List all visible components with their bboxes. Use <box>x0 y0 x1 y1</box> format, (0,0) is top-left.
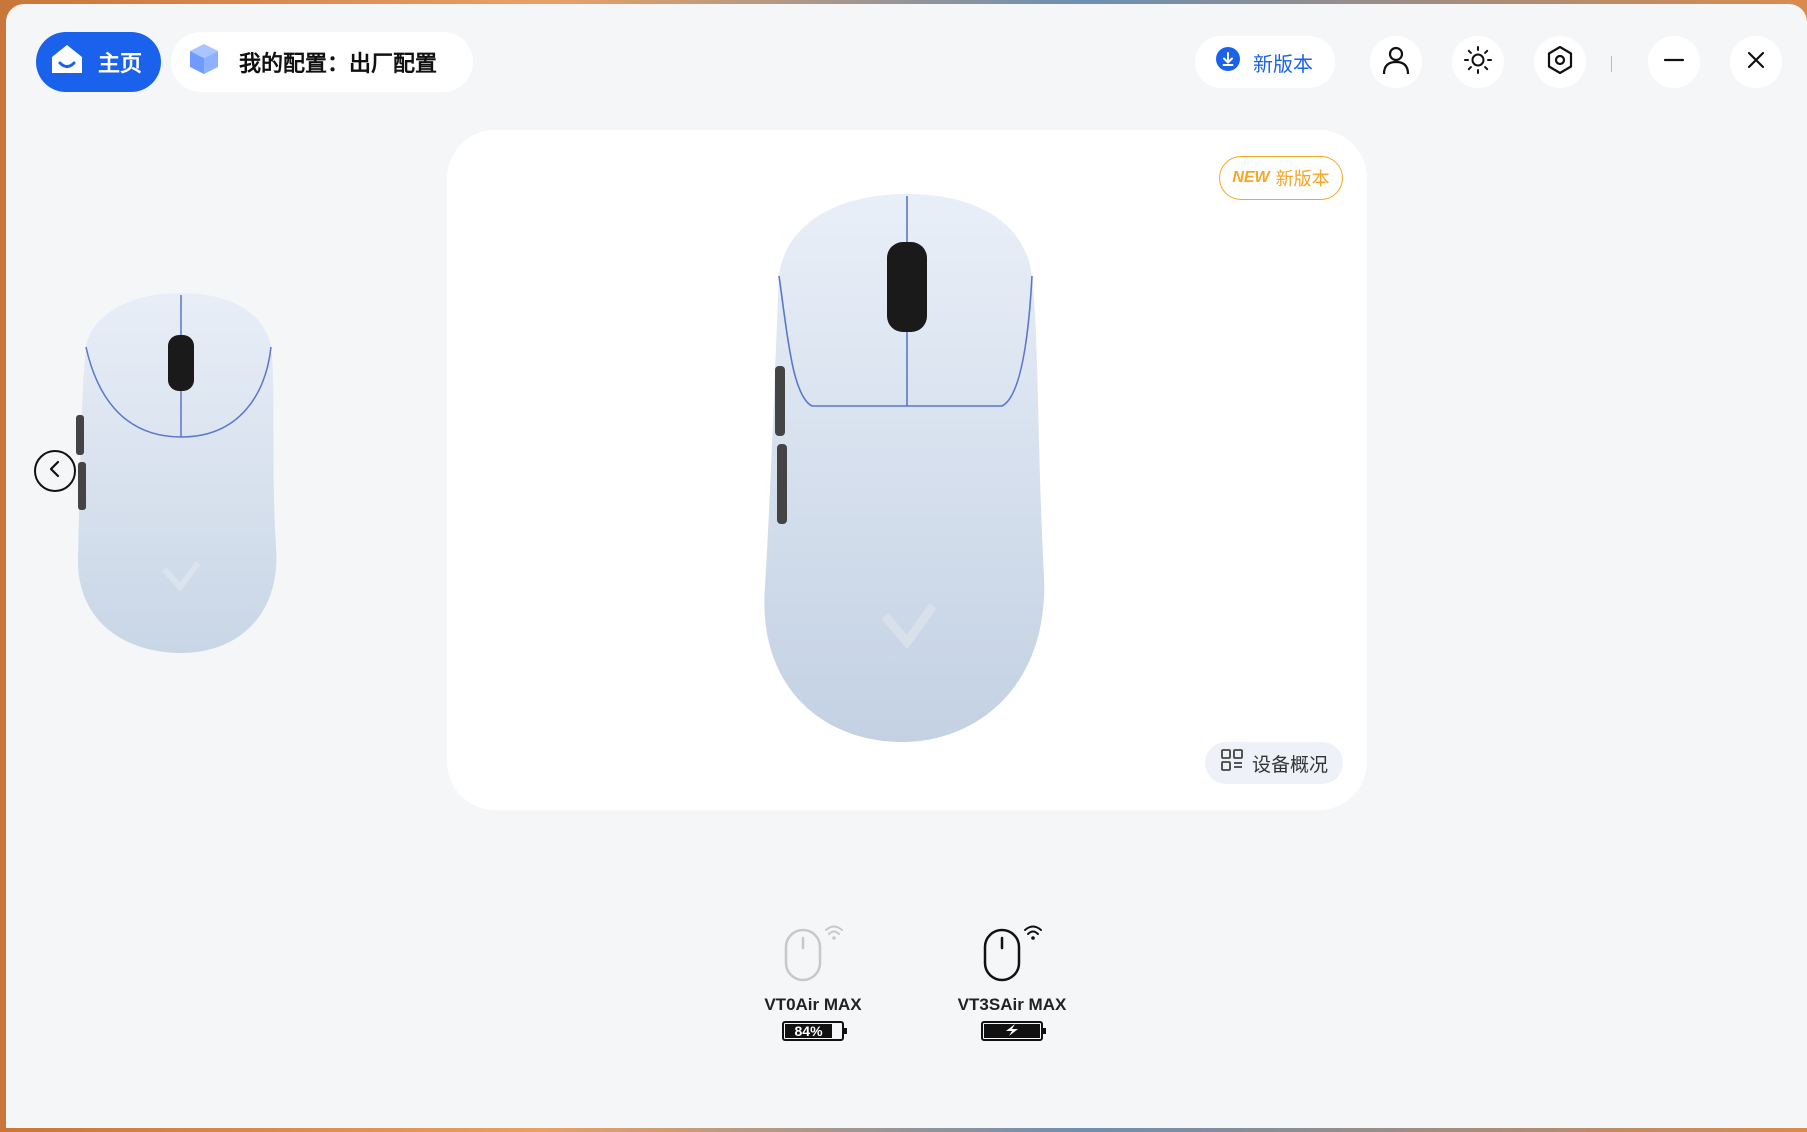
new-version-label: 新版本 <box>1275 169 1330 189</box>
home-label: 主页 <box>98 51 143 76</box>
header-divider <box>1611 56 1612 72</box>
sun-icon <box>1463 45 1493 80</box>
battery-percent: 84% <box>794 1023 823 1039</box>
battery-indicator <box>981 1021 1046 1041</box>
previous-device-preview[interactable] <box>76 287 286 657</box>
device-item-vt0air-max[interactable]: VT0Air MAX 84% <box>748 922 878 1041</box>
cube-icon <box>187 42 221 82</box>
previous-device-button[interactable] <box>34 450 76 492</box>
charging-icon <box>1001 1023 1023 1039</box>
new-version-badge[interactable]: NEW 新版本 <box>1219 156 1343 200</box>
brightness-button[interactable] <box>1452 36 1504 88</box>
battery-fill <box>984 1024 1040 1038</box>
minimize-button[interactable] <box>1648 36 1700 88</box>
chevron-left-icon <box>45 459 65 484</box>
battery-indicator: 84% <box>782 1021 847 1041</box>
config-label: 我的配置：出厂配置 <box>239 51 438 76</box>
gear-icon <box>1545 45 1575 80</box>
battery-fill: 84% <box>785 1023 833 1039</box>
device-name: VT0Air MAX <box>764 995 862 1014</box>
device-name: VT3SAir MAX <box>957 995 1067 1014</box>
device-item-vt3sair-max[interactable]: VT3SAir MAX <box>947 922 1077 1041</box>
home-button[interactable]: 主页 <box>36 32 161 92</box>
close-button[interactable] <box>1730 36 1782 88</box>
close-icon <box>1744 48 1768 77</box>
mouse-image-small <box>76 293 277 653</box>
config-selector[interactable]: 我的配置：出厂配置 <box>171 32 473 92</box>
settings-button[interactable] <box>1534 36 1586 88</box>
wireless-mouse-icon <box>778 922 848 987</box>
device-card: NEW 新版本 设备概况 <box>447 130 1367 810</box>
app-window: 主页 我的配置：出厂配置 新版本 NEW 新版本 设备概况 VT0Air MAX… <box>6 4 1807 1128</box>
wireless-mouse-icon <box>977 922 1047 987</box>
user-icon <box>1380 44 1412 81</box>
new-tag: NEW <box>1232 169 1270 186</box>
user-button[interactable] <box>1370 36 1422 88</box>
device-overview-label: 设备概况 <box>1251 754 1328 776</box>
grid-icon <box>1220 748 1244 778</box>
device-overview-button[interactable]: 设备概况 <box>1205 742 1343 784</box>
update-label: 新版本 <box>1253 53 1313 76</box>
update-button[interactable]: 新版本 <box>1195 36 1335 88</box>
minimize-icon <box>1662 48 1686 77</box>
download-icon <box>1215 46 1241 78</box>
mouse-image <box>764 194 1045 742</box>
home-icon <box>50 43 84 81</box>
